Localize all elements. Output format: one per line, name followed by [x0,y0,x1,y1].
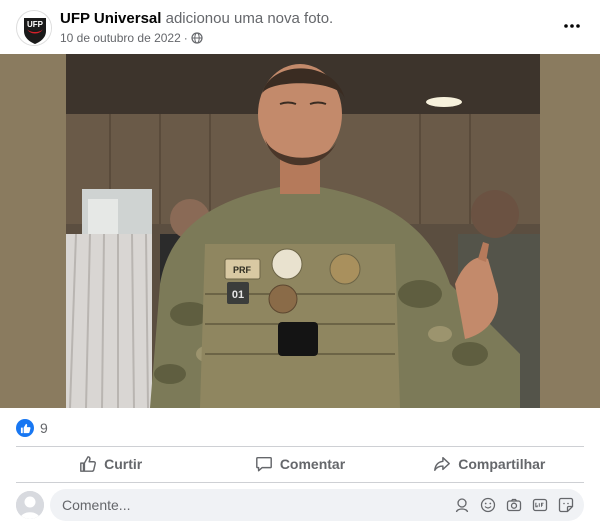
camera-button[interactable] [504,495,524,515]
globe-icon [191,32,203,44]
comment-bubble-icon [255,456,272,472]
like-reaction-icon [16,419,34,437]
comment-input[interactable] [62,489,442,521]
avatar-sticker-icon [455,498,469,513]
author-line: UFP Universal adicionou uma nova foto. [60,10,333,27]
share-arrow-icon [434,456,451,472]
divider [16,482,584,483]
meta-separator: · [183,31,188,45]
more-dots-icon [564,24,580,28]
share-button[interactable]: Compartilhar [395,448,584,480]
reaction-count[interactable]: 9 [40,420,48,436]
post-actions-bar: Curtir Comentar Compartilhar [16,448,584,480]
author-name[interactable]: UFP Universal [60,10,161,27]
thumbs-up-icon [80,456,97,472]
gif-button[interactable] [530,495,550,515]
emoji-icon [480,497,496,513]
post-date[interactable]: 10 de outubro de 2022 [60,31,181,45]
comment-label: Comentar [279,456,346,472]
share-label: Compartilhar [458,456,546,472]
comment-composer [50,489,584,521]
like-label: Curtir [104,456,143,472]
number-patch: 01 [232,289,244,301]
divider [16,446,584,447]
avatar-sticker-button[interactable] [452,495,472,515]
prf-patch: PRF [233,265,252,275]
post-header: UFP UFP Universal adicionou uma nova fot… [0,0,600,54]
page-avatar[interactable]: UFP [16,10,52,46]
camera-icon [506,498,522,512]
ufp-logo-icon: UFP [18,12,51,45]
comment-button[interactable]: Comentar [205,448,394,480]
post-action-text: adicionou uma nova foto. [165,10,334,27]
more-options-button[interactable] [558,12,586,40]
sticker-button[interactable] [556,495,576,515]
composer-tools [452,495,576,515]
user-avatar[interactable] [16,491,44,519]
default-user-icon [16,491,44,519]
photo-illustration: PRF 01 [0,54,600,408]
like-button[interactable]: Curtir [16,448,205,480]
post-photo[interactable]: PRF 01 [0,54,600,408]
sticker-icon [558,497,574,513]
logo-text: UFP [27,20,44,29]
facebook-post: UFP UFP Universal adicionou uma nova fot… [0,0,600,528]
emoji-button[interactable] [478,495,498,515]
gif-icon [532,498,548,512]
reactions-summary[interactable]: 9 [16,418,48,438]
post-meta: 10 de outubro de 2022 · [60,31,203,45]
